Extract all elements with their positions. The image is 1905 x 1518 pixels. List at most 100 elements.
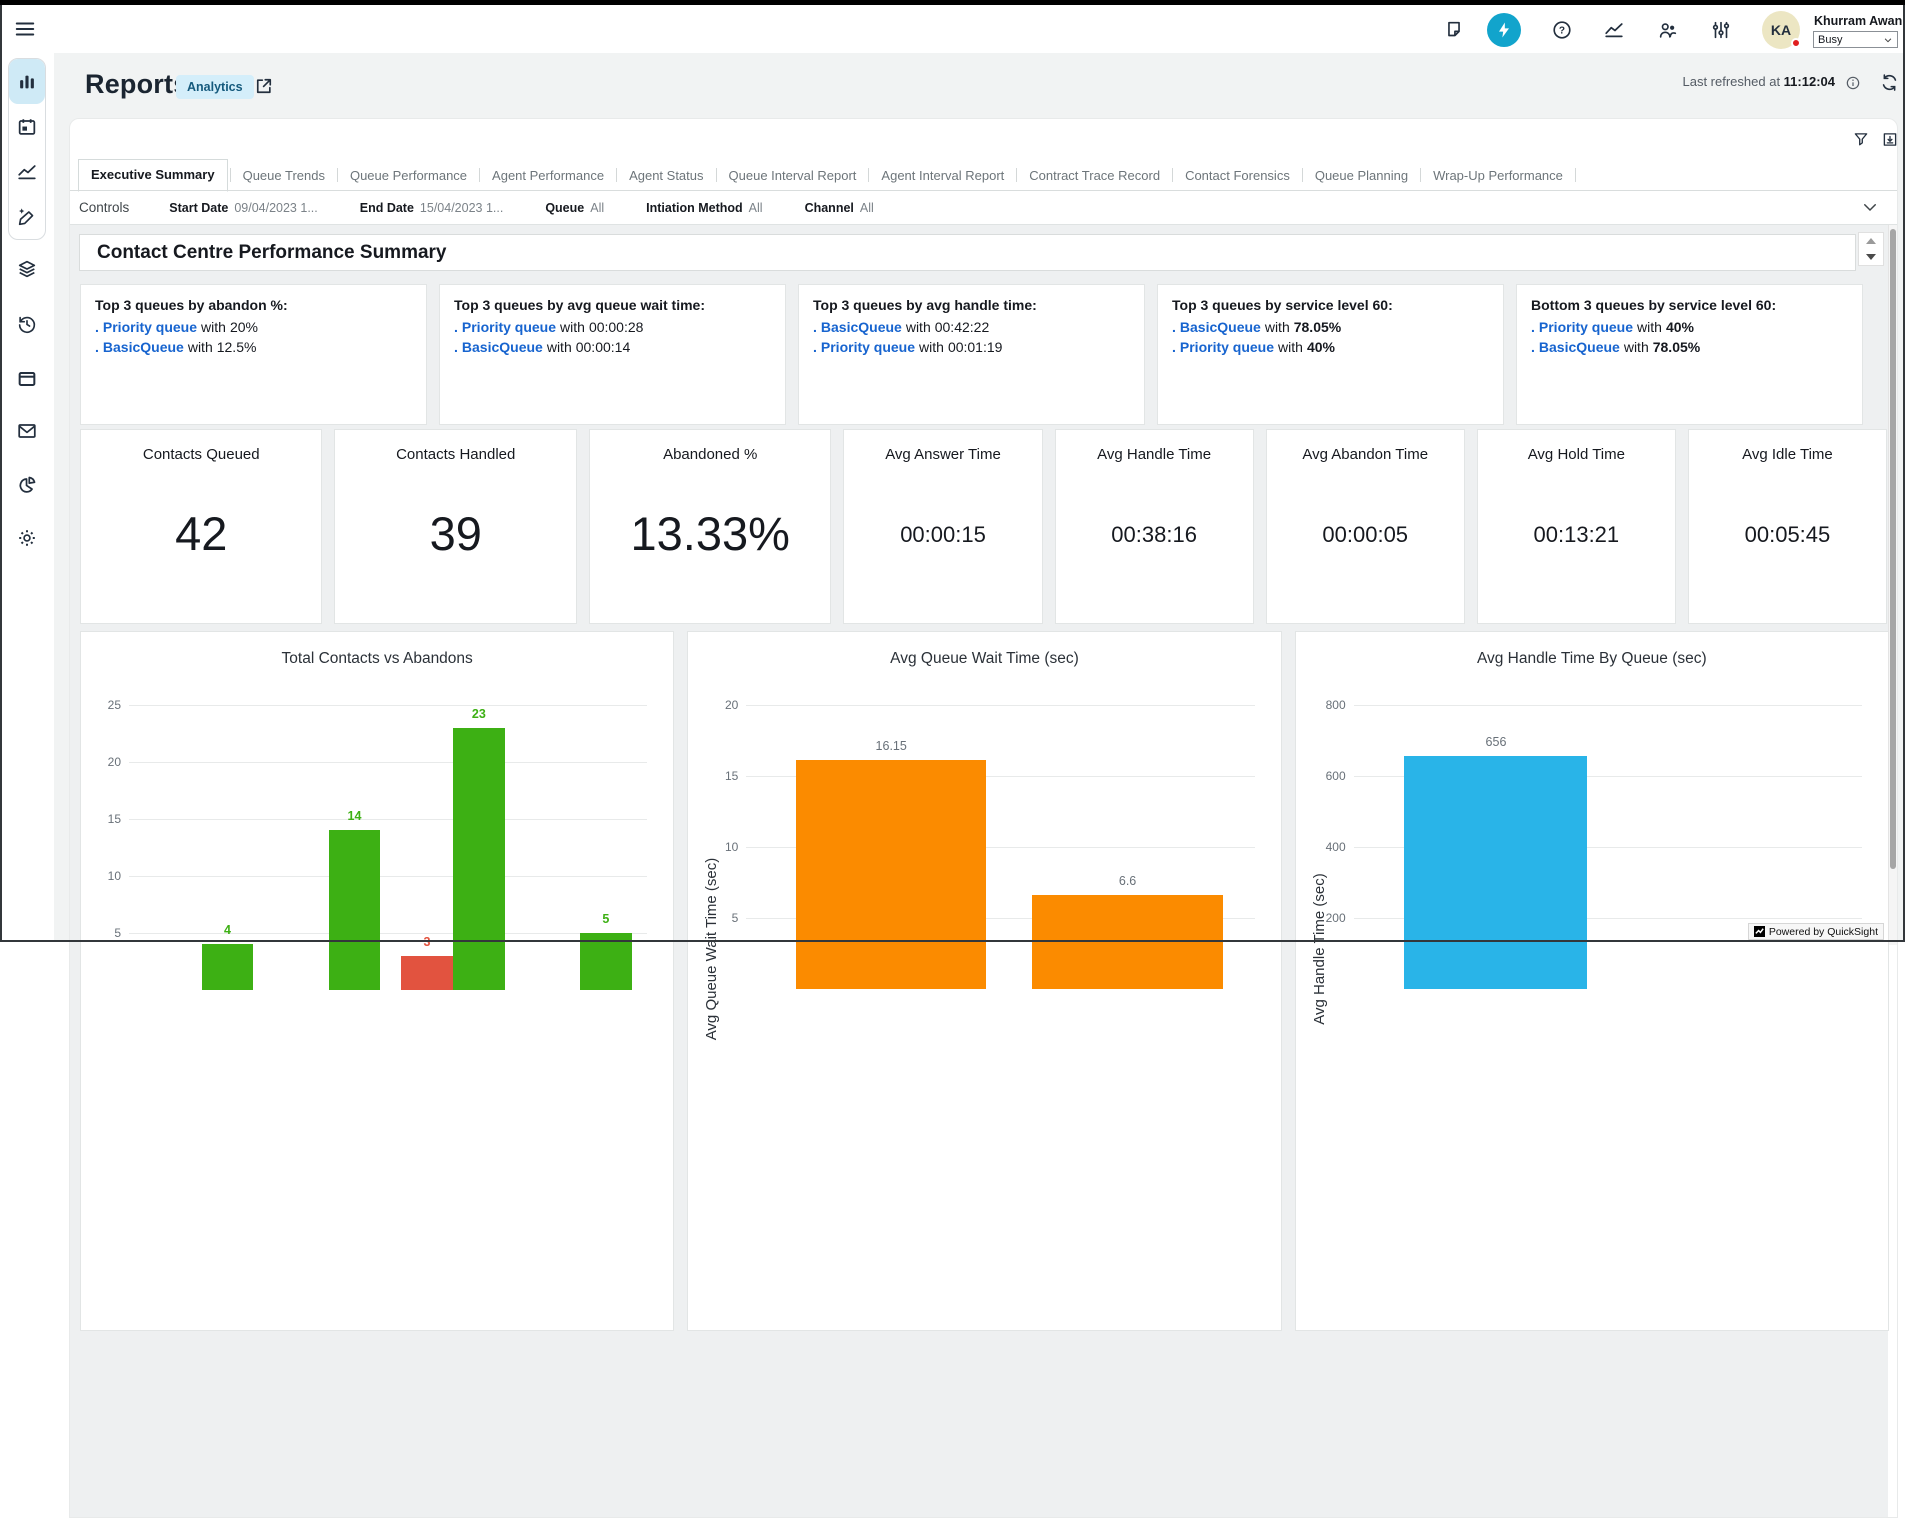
- kpi-card-avg-idle-time[interactable]: Avg Idle Time00:05:45: [1688, 429, 1887, 624]
- tab-agent-status[interactable]: Agent Status: [619, 161, 713, 191]
- bar-3[interactable]: [401, 956, 453, 990]
- kpi-card-avg-abandon-time[interactable]: Avg Abandon Time00:00:05: [1266, 429, 1465, 624]
- kpi-label: Avg Answer Time: [844, 446, 1041, 463]
- sidebar-item-history[interactable]: [16, 313, 38, 335]
- tab-executive-summary[interactable]: Executive Summary: [78, 159, 228, 192]
- sidebar-item-window[interactable]: [16, 368, 38, 390]
- filter-icon[interactable]: [1852, 130, 1870, 149]
- tab-queue-performance[interactable]: Queue Performance: [340, 161, 477, 191]
- y-axis-title: Avg Handle Time (sec): [1311, 749, 1329, 1149]
- refresh-icon[interactable]: [1880, 73, 1899, 92]
- sidebar-item-reports[interactable]: [9, 59, 45, 104]
- queue-link[interactable]: Priority queue: [1180, 339, 1274, 355]
- scroll-down-button[interactable]: [1859, 249, 1883, 265]
- insight-bullet: .: [454, 339, 458, 355]
- control-label: End Date: [360, 201, 414, 215]
- sidebar-item-designer[interactable]: [9, 194, 45, 239]
- bar-23[interactable]: [453, 728, 505, 990]
- calendar-icon: [16, 116, 38, 138]
- tab-contact-forensics[interactable]: Contact Forensics: [1175, 161, 1300, 191]
- status-select[interactable]: Busy: [1813, 31, 1898, 48]
- tab-agent-performance[interactable]: Agent Performance: [482, 161, 614, 191]
- export-icon[interactable]: [1881, 130, 1899, 149]
- control-queue[interactable]: QueueAll: [545, 201, 604, 215]
- avatar[interactable]: KA: [1762, 11, 1800, 49]
- scroll-up-button[interactable]: [1859, 233, 1883, 249]
- insight-value: 78.05%: [1294, 319, 1341, 335]
- control-channel[interactable]: ChannelAll: [805, 201, 874, 215]
- scrollbar-thumb[interactable]: [1890, 229, 1896, 869]
- insight-card-title: Top 3 queues by service level 60:: [1172, 297, 1489, 313]
- control-end-date[interactable]: End Date15/04/2023 1...: [360, 201, 504, 215]
- chart-card-avg-queue-wait-time-sec[interactable]: Avg Queue Wait Time (sec)201510516.156.6…: [687, 631, 1281, 1331]
- insight-mid-text: with: [1637, 319, 1662, 335]
- control-value: 09/04/2023 1...: [234, 201, 317, 215]
- tab-agent-interval-report[interactable]: Agent Interval Report: [871, 161, 1014, 191]
- control-start-date[interactable]: Start Date09/04/2023 1...: [169, 201, 317, 215]
- agents-icon[interactable]: [1657, 19, 1679, 41]
- bar-value-label: 6.6: [1007, 874, 1248, 888]
- help-icon[interactable]: ?: [1551, 19, 1573, 41]
- queue-link[interactable]: Priority queue: [821, 339, 915, 355]
- controls-collapse-chevron[interactable]: [1861, 198, 1879, 216]
- control-intiation-method[interactable]: Intiation MethodAll: [646, 201, 762, 215]
- chart-plot: 201510516.156.6: [746, 705, 1254, 989]
- kpi-label: Avg Idle Time: [1689, 446, 1886, 463]
- queue-link[interactable]: BasicQueue: [1180, 319, 1261, 335]
- sidebar-item-settings[interactable]: [16, 527, 38, 549]
- kpi-card-abandoned[interactable]: Abandoned %13.33%: [589, 429, 831, 624]
- insight-card-title: Top 3 queues by abandon %:: [95, 297, 412, 313]
- kpi-card-avg-handle-time[interactable]: Avg Handle Time00:38:16: [1055, 429, 1254, 624]
- tab-contract-trace-record[interactable]: Contract Trace Record: [1019, 161, 1170, 191]
- notes-icon[interactable]: [1443, 19, 1465, 41]
- preferences-icon[interactable]: [1710, 19, 1732, 41]
- info-icon[interactable]: [1845, 75, 1861, 91]
- bar-14[interactable]: [329, 830, 381, 990]
- sidebar-item-datasets[interactable]: [16, 258, 38, 280]
- queue-link[interactable]: BasicQueue: [821, 319, 902, 335]
- chart-card-total-contacts-vs-abandons[interactable]: Total Contacts vs Abandons25201510541432…: [80, 631, 674, 1331]
- busy-status-dot: [1791, 38, 1801, 48]
- sidebar-item-insights[interactable]: [16, 474, 38, 496]
- chart-plot: 2520151054143235: [129, 705, 647, 990]
- tab-queue-interval-report[interactable]: Queue Interval Report: [719, 161, 867, 191]
- hamburger-menu-icon[interactable]: [13, 18, 37, 40]
- sidebar-item-mail[interactable]: [16, 420, 38, 442]
- tab-separator: [1172, 168, 1173, 182]
- svg-text:?: ?: [1559, 26, 1565, 37]
- sidebar-item-schedule[interactable]: [9, 104, 45, 149]
- flash-icon[interactable]: [1487, 13, 1521, 47]
- tab-separator: [1575, 168, 1576, 182]
- kpi-card-avg-hold-time[interactable]: Avg Hold Time00:13:21: [1477, 429, 1676, 624]
- chart-card-avg-handle-time-by-queue-sec[interactable]: Avg Handle Time By Queue (sec)8006004002…: [1295, 631, 1889, 1331]
- dashboard-scrollbar[interactable]: [1888, 225, 1897, 945]
- kpi-label: Avg Abandon Time: [1267, 446, 1464, 463]
- kpi-card-contacts-queued[interactable]: Contacts Queued42: [80, 429, 322, 624]
- powered-by-quicksight-badge: Powered by QuickSight: [1748, 923, 1884, 940]
- bar-4[interactable]: [202, 944, 254, 990]
- metrics-icon[interactable]: [1603, 19, 1625, 41]
- queue-link[interactable]: BasicQueue: [1539, 339, 1620, 355]
- tab-separator: [716, 168, 717, 182]
- user-name: Khurram Awan: [1814, 14, 1902, 28]
- queue-link[interactable]: Priority queue: [462, 319, 556, 335]
- external-link-icon[interactable]: [254, 76, 274, 96]
- bar-16.15[interactable]: [796, 760, 987, 989]
- bar-656[interactable]: [1404, 756, 1587, 989]
- kpi-card-contacts-handled[interactable]: Contacts Handled39: [334, 429, 576, 624]
- pie-chart-icon: [16, 474, 38, 496]
- tab-queue-planning[interactable]: Queue Planning: [1305, 161, 1418, 191]
- insight-line: .BasicQueuewith12.5%: [95, 339, 412, 355]
- queue-link[interactable]: Priority queue: [1539, 319, 1633, 335]
- dashboard-sheet: Contact Centre Performance Summary Top 3…: [70, 225, 1888, 1517]
- queue-link[interactable]: BasicQueue: [462, 339, 543, 355]
- queue-link[interactable]: Priority queue: [103, 319, 197, 335]
- queue-link[interactable]: BasicQueue: [103, 339, 184, 355]
- insight-card-title: Top 3 queues by avg queue wait time:: [454, 297, 771, 313]
- insight-mid-text: with: [547, 339, 572, 355]
- sidebar-item-analytics[interactable]: [9, 149, 45, 194]
- bar-6.6[interactable]: [1032, 895, 1223, 989]
- kpi-card-avg-answer-time[interactable]: Avg Answer Time00:00:15: [843, 429, 1042, 624]
- tab-wrap-up-performance[interactable]: Wrap-Up Performance: [1423, 161, 1573, 191]
- tab-queue-trends[interactable]: Queue Trends: [233, 161, 335, 191]
